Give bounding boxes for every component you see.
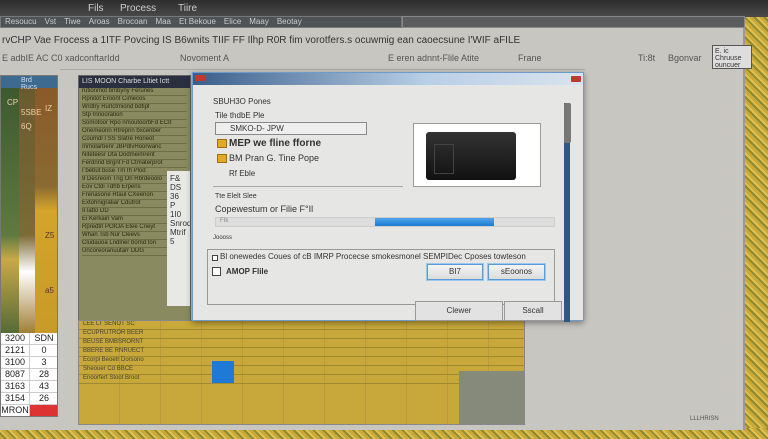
table-row[interactable]: 3100 3	[1, 357, 57, 369]
cell: 5SBE	[21, 108, 42, 117]
option-item[interactable]: MEP we fline fforne	[229, 138, 321, 149]
toolbar-item[interactable]: Vst	[45, 17, 57, 26]
grid-row[interactable]: LEE LT SENOT SC	[79, 321, 524, 330]
panel-header: Brd Rucs	[1, 76, 57, 91]
grid-row[interactable]: Sheouer Cd BBCE	[79, 366, 524, 375]
info-box[interactable]: E. ic Chruuse ouncuer tesclea	[712, 45, 752, 69]
toolbar-item[interactable]: Brocoan	[118, 17, 148, 26]
cell: IZ	[45, 104, 53, 113]
close-icon[interactable]	[571, 76, 581, 82]
divider	[60, 69, 585, 70]
table-row[interactable]: 2121 0	[1, 345, 57, 357]
table-row[interactable]: 3154 26	[1, 393, 57, 405]
table-row[interactable]: 3163 43	[1, 381, 57, 393]
list-item[interactable]: Onemeonn Rtrepnn bxcenber	[82, 128, 187, 136]
progress-label: Copewestum or Filie F°Il	[215, 204, 314, 214]
toolbar-extension	[402, 16, 745, 28]
file-label: Tile thdbE Ple	[215, 111, 265, 120]
device-image	[426, 132, 516, 180]
grid-row[interactable]: Enoorfert Stoot Broot	[79, 375, 524, 384]
send-button[interactable]: Sscall	[504, 301, 562, 321]
toolbar-item[interactable]: Beotay	[277, 17, 302, 26]
menu-file[interactable]: Fils	[88, 3, 104, 14]
file-dialog: SBUH3O Pones Tile thdbE Ple SMKO-D- JPW …	[192, 72, 584, 322]
table-row[interactable]: 8087 28	[1, 369, 57, 381]
size-label: Tte Elelt Slee	[215, 193, 257, 200]
header-item[interactable]: E adbIE AC C0 xadconftarIdd	[2, 53, 120, 63]
list-item[interactable]: Inmolarbenr JBPdlvHoorwanc	[82, 144, 187, 152]
toolbar: Resoucu Vst Tiwe Aroas Brocoan Maa Et Bekoue El…	[0, 16, 402, 28]
list-item[interactable]: rutionmot bmbyny Ferunes	[82, 88, 187, 96]
list-panel: LIS MOON Charbe Lltiet Ictt rutionmot bm…	[78, 75, 191, 323]
header-item[interactable]: Bgonvar	[668, 53, 702, 63]
list-item[interactable]: Rpnitot Eroont Cimecos	[82, 96, 187, 104]
side-strip: F& DS 36 P 1I0 Snrod Mtrif 5	[167, 171, 190, 306]
scrollbar-thumb[interactable]	[564, 103, 571, 143]
selected-cell[interactable]	[212, 361, 234, 383]
menu-tile[interactable]: Tiire	[178, 3, 197, 14]
app-icon	[195, 75, 205, 81]
toolbar-item[interactable]: Et Bekoue	[179, 17, 216, 26]
grid-row[interactable]: ECUPRUTROR BEER	[79, 330, 524, 339]
grid-row[interactable]: Ecorpl Beoetr Dorsono	[79, 357, 524, 366]
table-row[interactable]: 3200 SDN	[1, 333, 57, 345]
list-item[interactable]: Coumdl I SS Slatre Rorieot	[82, 136, 187, 144]
progress-fill	[374, 218, 495, 226]
grid-block	[459, 371, 524, 424]
cell: Z5	[45, 231, 55, 240]
table-row[interactable]: MRON	[1, 405, 57, 416]
checkbox[interactable]	[212, 255, 218, 261]
list-item[interactable]: Somotoor Rpo nmoutoorbFd ECIt	[82, 120, 187, 128]
menu-process[interactable]: Process	[120, 3, 156, 14]
clear-button[interactable]: Clewer	[415, 301, 503, 321]
section-label: Joooss	[213, 235, 233, 241]
header-item[interactable]: E eren adnnt-Flile Atite	[388, 53, 479, 63]
panel-header: LIS MOON Charbe Lltiet Ictt	[79, 76, 190, 88]
header-item[interactable]: Novoment A	[180, 53, 229, 63]
preview-image	[413, 123, 541, 187]
list-item[interactable]: Stp Innooration	[82, 112, 187, 120]
list-item[interactable]: Niteteesr Dta Dodmeimrent	[82, 152, 187, 160]
file-icon	[217, 139, 227, 148]
grid-row[interactable]: BBERE BE RNRUECT	[79, 348, 524, 357]
checkbox-label: AMOP Flile	[226, 267, 269, 276]
status-text: LLLHRISN	[690, 416, 719, 422]
cell: CP	[7, 98, 19, 107]
window-heading: rvCHP Vae Frocess a 1ITF Povcing IS B6wn…	[2, 35, 521, 46]
header-item[interactable]: Ti:8t	[638, 53, 655, 63]
option-item[interactable]: Rf Eble	[229, 169, 255, 178]
dialog-titlebar[interactable]	[193, 73, 583, 85]
list-item[interactable]: Wrdtry Rurlctmiond bdfipf	[82, 104, 187, 112]
toolbar-item[interactable]: Maa	[155, 17, 171, 26]
toolbar-item[interactable]: Maay	[249, 17, 269, 26]
divider	[213, 186, 403, 187]
cell: 6Q	[21, 122, 32, 131]
grid-row[interactable]: BEUSE BMBSRORNT	[79, 339, 524, 348]
file-icon	[217, 154, 227, 163]
menu-bar: Fils Process Tiire	[0, 0, 768, 17]
cell: a5	[45, 286, 54, 295]
bottom-grid: LEE LT SENOT SC ECUPRUTROR BEER BEUSE BM…	[78, 320, 525, 425]
toolbar-item[interactable]: Aroas	[89, 17, 110, 26]
toolbar-item[interactable]: Resoucu	[5, 17, 37, 26]
toolbar-item[interactable]: Tiwe	[64, 17, 81, 26]
options-box: Bl onewedes Coues of cB IMRP Procecse sm…	[207, 249, 555, 305]
checkbox[interactable]	[212, 267, 221, 276]
ok-button[interactable]: BI7	[427, 264, 483, 280]
progress-bar: FIk	[215, 217, 555, 227]
data-table: 3200 SDN 2121 0 3100 3 8087 28 3163 43 3154 26…	[1, 333, 57, 416]
checkbox-label: Bl onewedes Coues of cB IMRP Procecse sm…	[220, 252, 526, 261]
left-panel: Brd Rucs CP 5SBE IZ 6Q Z5 a5 3200 SDN 212…	[0, 75, 58, 417]
toolbar-item[interactable]: Elice	[224, 17, 241, 26]
header-item[interactable]: Frane	[518, 53, 542, 63]
file-input[interactable]: SMKO-D- JPW	[215, 122, 367, 135]
option-item[interactable]: BM Pran G. Tine Pope	[229, 153, 319, 163]
list-item[interactable]: Ferdnnd Brgnt Fd Ctmaterprot	[82, 160, 187, 168]
options-button[interactable]: sEoonos	[488, 264, 545, 280]
group-label: SBUH3O Pones	[213, 97, 271, 106]
